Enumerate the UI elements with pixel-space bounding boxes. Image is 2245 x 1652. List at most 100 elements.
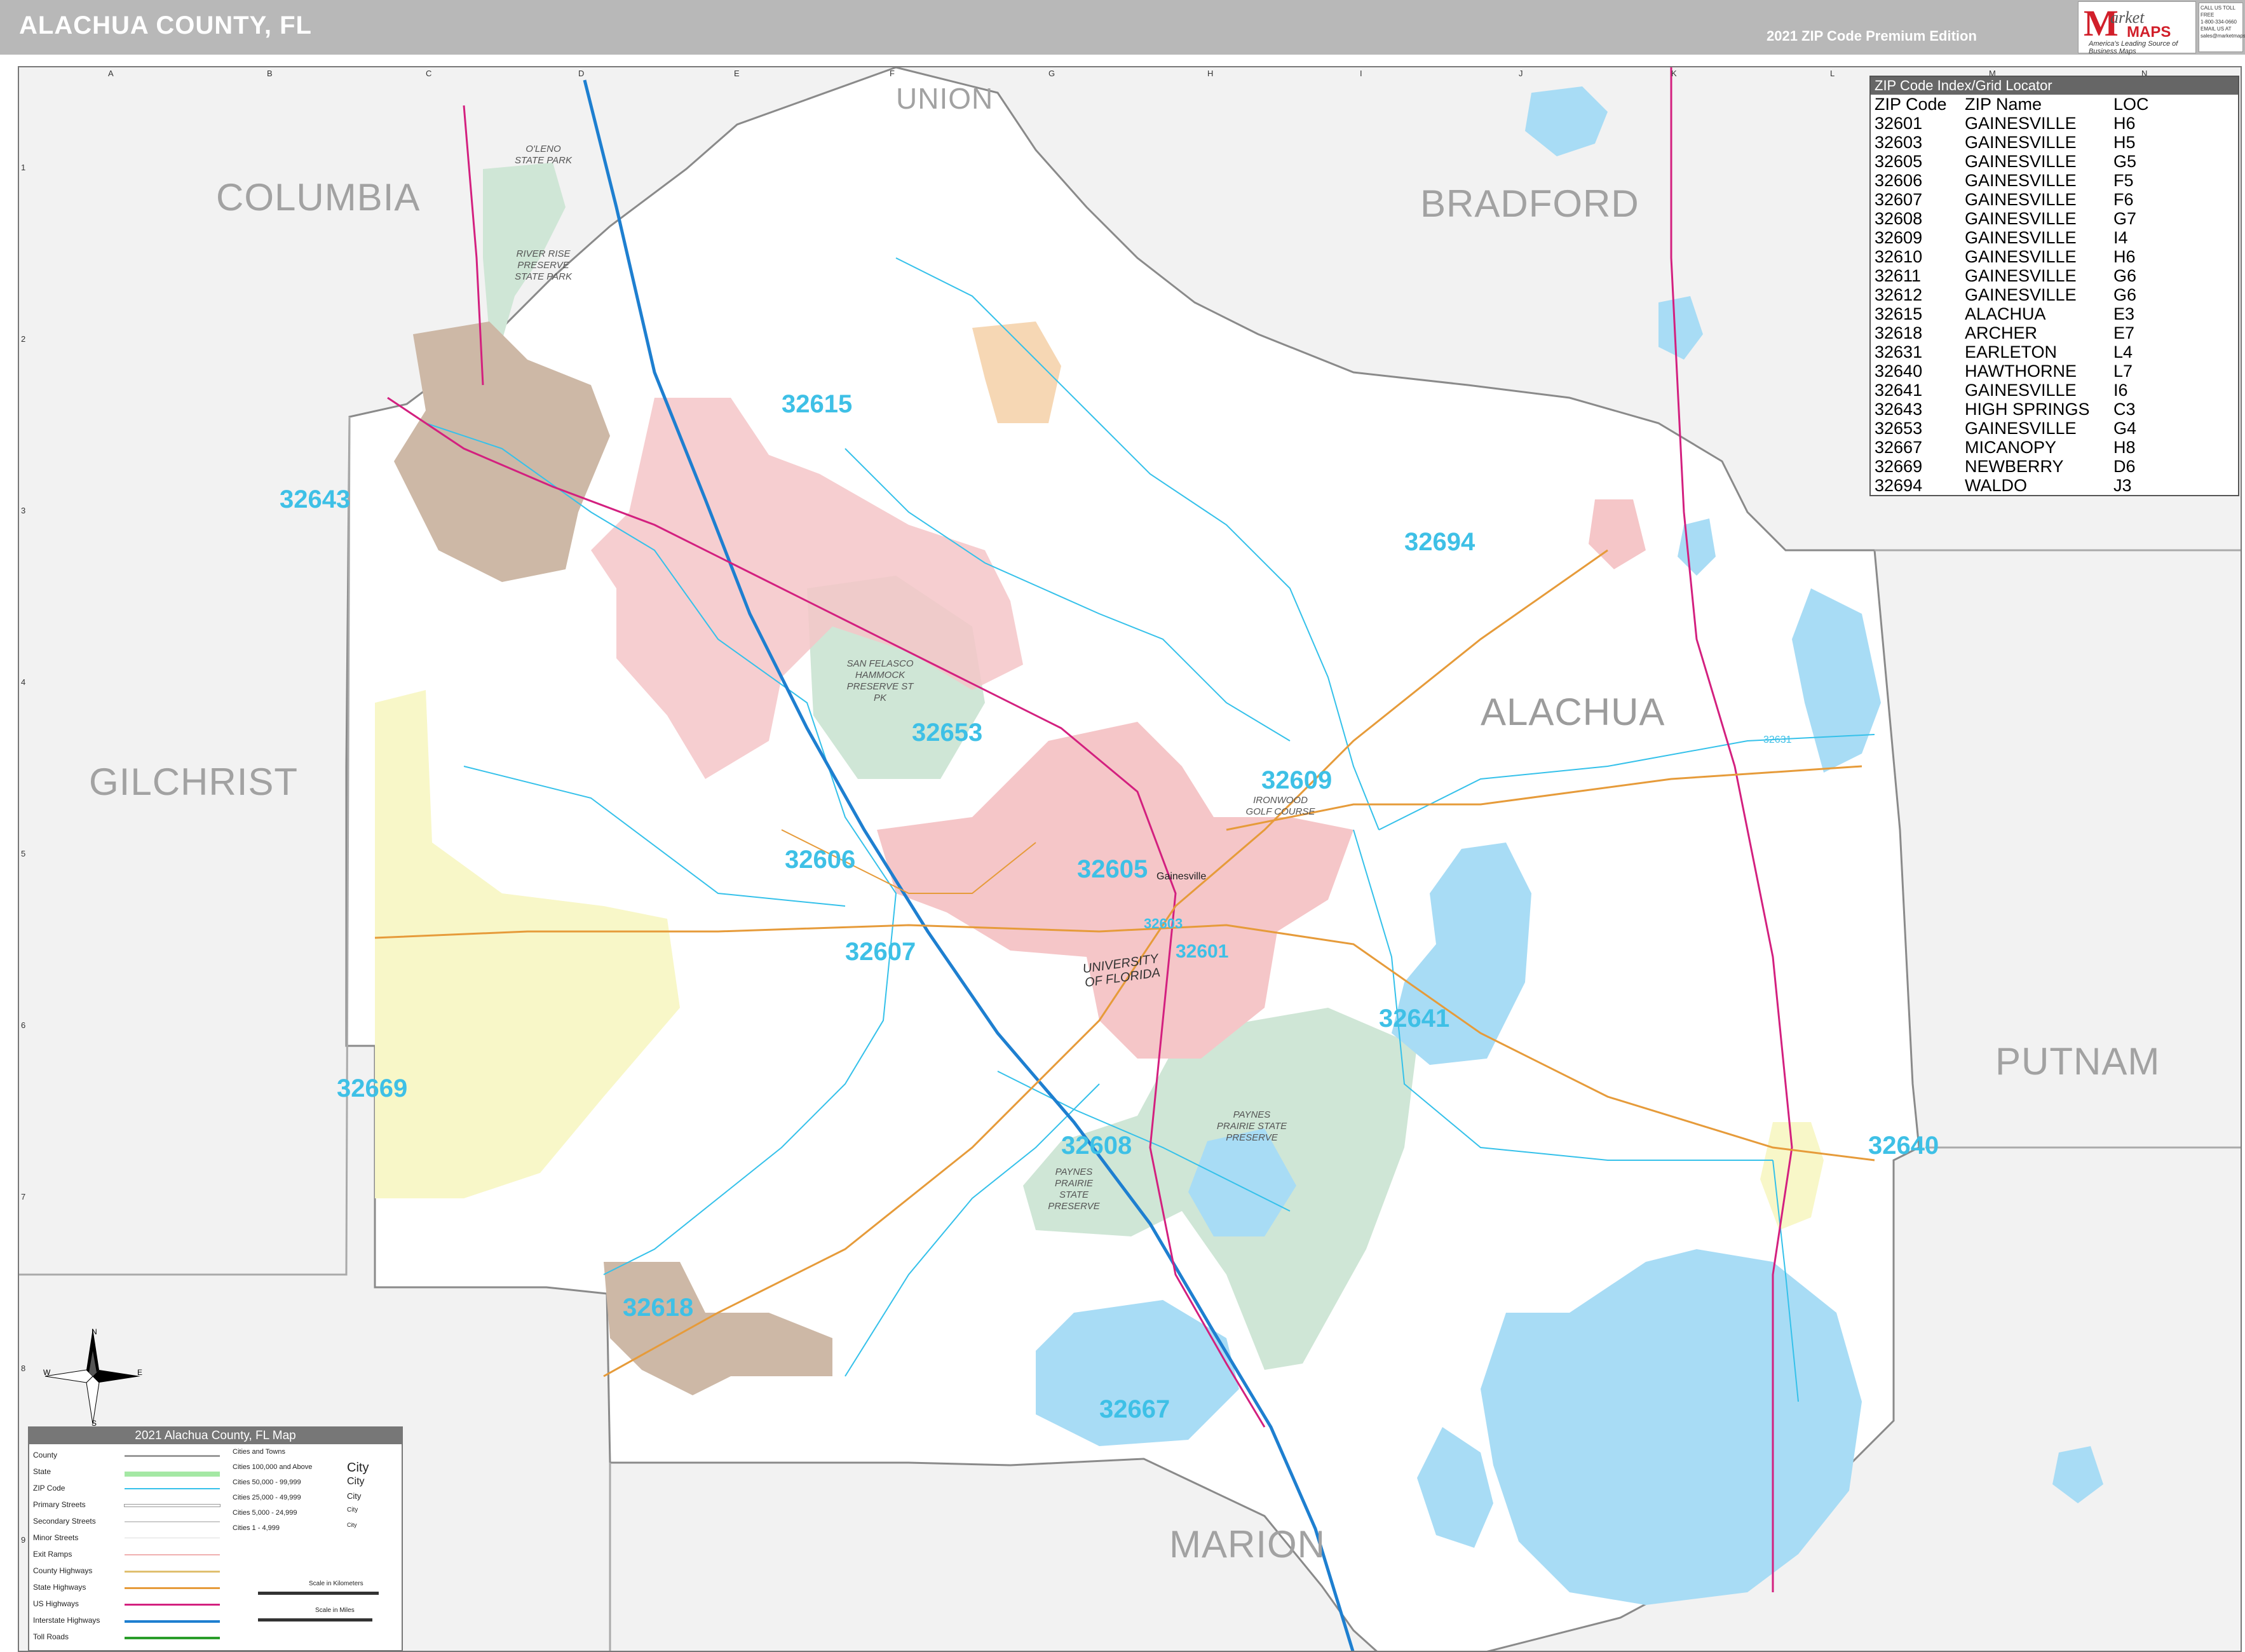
- zip-code-cell: 32601: [1875, 114, 1923, 133]
- legend-item-label: State Highways: [33, 1583, 86, 1592]
- legend-item-line: [125, 1521, 220, 1522]
- zip-code-cell: 32667: [1875, 438, 1923, 457]
- zip-label-32694: 32694: [1404, 528, 1475, 556]
- zip-name-cell: GAINESVILLE: [1965, 152, 2077, 171]
- county-label-union: UNION: [896, 82, 994, 115]
- grid-letter: H: [1207, 69, 1214, 78]
- zip-name-cell: MICANOPY: [1965, 438, 2057, 457]
- zip-label-32607: 32607: [845, 938, 916, 966]
- zip-code-cell: 32605: [1875, 152, 1923, 171]
- city-label-gainesville[interactable]: Gainesville: [1156, 871, 1206, 883]
- map-title: ALACHUA COUNTY, FL: [19, 11, 312, 39]
- legend-city-label: Cities 5,000 - 24,999: [233, 1509, 297, 1517]
- legend-item-label: ZIP Code: [33, 1484, 65, 1493]
- grid-letter: G: [1048, 69, 1055, 78]
- zip-index-column: ZIP Code: [1875, 95, 1947, 114]
- zip-name-cell: NEWBERRY: [1965, 457, 2064, 476]
- zip-name-cell: GAINESVILLE: [1965, 228, 2077, 247]
- zip-name-cell: ALACHUA: [1965, 304, 2046, 323]
- zip-index-row: 32694 WALDO J3: [1871, 476, 2238, 495]
- compass-n: N: [92, 1327, 97, 1336]
- zip-code-cell: 32631: [1875, 342, 1923, 362]
- zip-label-32631: 32631: [1763, 735, 1792, 745]
- zip-loc-cell: D6: [2113, 457, 2136, 476]
- zip-label-32603: 32603: [1144, 916, 1183, 931]
- legend-item-label: US Highways: [33, 1599, 79, 1608]
- legend-item-label: Minor Streets: [33, 1533, 79, 1542]
- zip-label-32653: 32653: [912, 719, 983, 747]
- legend-item-label: Primary Streets: [33, 1500, 86, 1509]
- grid-number: 9: [21, 1535, 26, 1545]
- zip-loc-cell: I6: [2113, 381, 2128, 400]
- zip-name-cell: GAINESVILLE: [1965, 133, 2077, 152]
- zip-index-rows: 32601 GAINESVILLE H6 32603 GAINESVILLE H5 3260…: [1871, 114, 2238, 495]
- zip-index-panel: ZIP Code Index/Grid Locator ZIP Code ZIP…: [1869, 76, 2239, 496]
- zip-loc-cell: L4: [2113, 342, 2133, 362]
- zip-loc-cell: G6: [2113, 285, 2137, 304]
- legend-item-line: [125, 1571, 220, 1573]
- grid-letter: L: [1830, 69, 1835, 78]
- place-label-san-felasco: SAN FELASCO HAMMOCK PRESERVE ST PK: [846, 658, 914, 703]
- zip-index-row: 32603 GAINESVILLE H5: [1871, 133, 2238, 152]
- grid-number: 3: [21, 506, 26, 515]
- zip-code-cell: 32618: [1875, 323, 1923, 342]
- zip-label-32641: 32641: [1379, 1005, 1450, 1032]
- zip-name-cell: EARLETON: [1965, 342, 2058, 362]
- zip-loc-cell: L7: [2113, 362, 2133, 381]
- legend-item-line: [125, 1554, 220, 1555]
- zip-index-row: 32643 HIGH SPRINGS C3: [1871, 400, 2238, 419]
- grid-number: 7: [21, 1192, 26, 1202]
- zip-index-header-row: ZIP Code ZIP Name LOC: [1871, 95, 2238, 114]
- grid-number: 6: [21, 1020, 26, 1030]
- zip-loc-cell: G6: [2113, 266, 2137, 285]
- zip-name-cell: GAINESVILLE: [1965, 114, 2077, 133]
- zip-label-32606: 32606: [785, 846, 856, 874]
- legend-scale-mi: Scale in Miles: [315, 1607, 355, 1614]
- zip-index-title: ZIP Code Index/Grid Locator: [1871, 77, 2238, 95]
- legend-title: 2021 Alachua County, FL Map: [29, 1428, 402, 1444]
- zip-index-row: 32631 EARLETON L4: [1871, 342, 2238, 362]
- grid-number: 4: [21, 677, 26, 687]
- grid-number: 8: [21, 1364, 26, 1373]
- zip-loc-cell: G4: [2113, 419, 2137, 438]
- legend-item-label: County Highways: [33, 1566, 93, 1575]
- zip-code-cell: 32603: [1875, 133, 1923, 152]
- legend-cities-header: Cities and Towns: [233, 1448, 285, 1456]
- zip-index-row: 32667 MICANOPY H8: [1871, 438, 2238, 457]
- zip-index-row: 32607 GAINESVILLE F6: [1871, 190, 2238, 209]
- zip-code-cell: 32611: [1875, 266, 1922, 285]
- county-label-marion: MARION: [1169, 1523, 1326, 1566]
- edition-label: 2021 ZIP Code Premium Edition: [1767, 28, 1977, 44]
- zip-index-row: 32653 GAINESVILLE G4: [1871, 419, 2238, 438]
- legend-item-line: [125, 1488, 220, 1489]
- grid-number: 1: [21, 163, 26, 172]
- county-label-bradford: BRADFORD: [1420, 182, 1639, 225]
- zip-code-cell: 32640: [1875, 362, 1923, 381]
- zip-index-row: 32609 GAINESVILLE I4: [1871, 228, 2238, 247]
- zip-index-row: 32610 GAINESVILLE H6: [1871, 247, 2238, 266]
- zip-code-cell: 32606: [1875, 171, 1923, 190]
- grid-letter: A: [108, 69, 114, 78]
- grid-letter: D: [578, 69, 585, 78]
- zip-index-row: 32612 GAINESVILLE G6: [1871, 285, 2238, 304]
- legend-item-label: Toll Roads: [33, 1632, 69, 1641]
- legend-city-sample: City: [347, 1506, 358, 1513]
- county-label-columbia: COLUMBIA: [216, 176, 421, 219]
- legend-city-label: Cities 25,000 - 49,999: [233, 1494, 301, 1501]
- zip-index-column: LOC: [2113, 95, 2149, 114]
- county-label-alachua: ALACHUA: [1481, 691, 1665, 733]
- lake-northwest: [1658, 296, 1703, 360]
- compass-e: E: [137, 1368, 142, 1377]
- zip-name-cell: GAINESVILLE: [1965, 171, 2077, 190]
- zip-name-cell: HAWTHORNE: [1965, 362, 2077, 381]
- zip-label-32643: 32643: [280, 485, 351, 513]
- place-label-paynes-prairie-west: PAYNES PRAIRIE STATE PRESERVE: [1048, 1167, 1100, 1212]
- legend-city-sample: City: [347, 1491, 362, 1501]
- grid-number: 5: [21, 849, 26, 858]
- zip-index-table: ZIP Code ZIP Name LOC 32601 GAINESVILLE H6…: [1871, 95, 2238, 495]
- zip-name-cell: ARCHER: [1965, 323, 2038, 342]
- zip-label-32601: 32601: [1176, 941, 1229, 962]
- zip-label-32605: 32605: [1077, 855, 1148, 883]
- zip-index-row: 32641 GAINESVILLE I6: [1871, 381, 2238, 400]
- legend-item-label: Exit Ramps: [33, 1550, 72, 1559]
